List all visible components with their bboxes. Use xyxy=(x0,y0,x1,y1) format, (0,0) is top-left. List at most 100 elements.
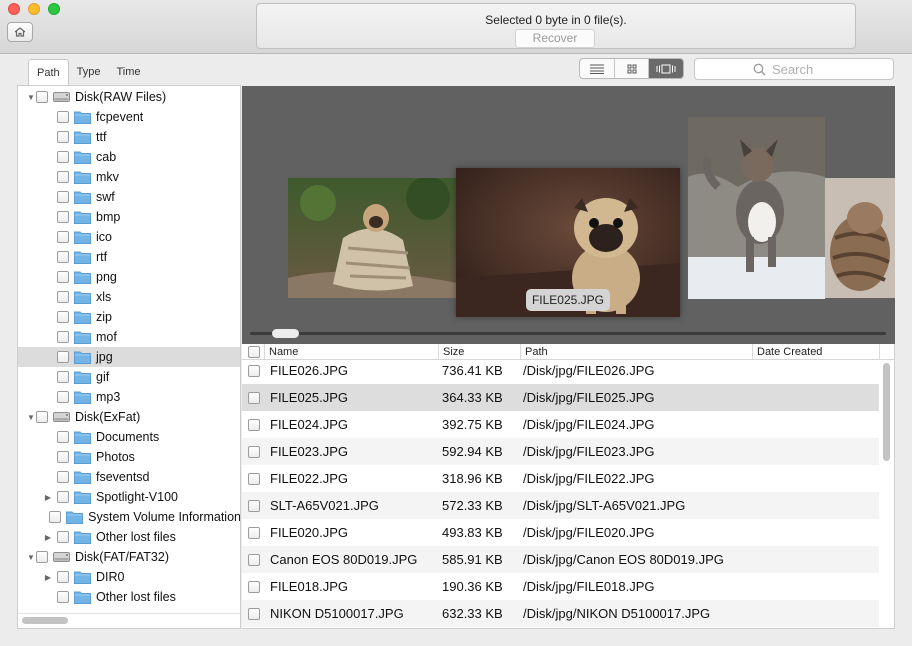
grid-view-button[interactable] xyxy=(615,59,650,78)
preview-scroll-thumb[interactable] xyxy=(272,329,299,338)
file-row-checkbox[interactable] xyxy=(248,581,260,593)
list-view-button[interactable] xyxy=(580,59,615,78)
disclosure-expanded-icon[interactable]: ▼ xyxy=(26,553,36,562)
tree-item-checkbox[interactable] xyxy=(57,231,69,243)
disclosure-expanded-icon[interactable]: ▼ xyxy=(26,93,36,102)
tree-folder-item[interactable]: Other lost files xyxy=(18,587,240,607)
tree-folder-item[interactable]: rtf xyxy=(18,247,240,267)
file-row[interactable]: FILE022.JPG 318.96 KB/Disk/jpg/FILE022.JP… xyxy=(242,465,879,492)
tree-folder-item[interactable]: fseventsd xyxy=(18,467,240,487)
file-row[interactable]: NIKON D5100017.JPG 632.33 KB/Disk/jpg/NIK… xyxy=(242,600,879,627)
tree-item-checkbox[interactable] xyxy=(57,191,69,203)
tree-folder-item[interactable]: ▶ Spotlight-V100 xyxy=(18,487,240,507)
tree-item-checkbox[interactable] xyxy=(57,131,69,143)
tree-folder-item[interactable]: cab xyxy=(18,147,240,167)
tree-folder-item[interactable]: mp3 xyxy=(18,387,240,407)
tree-folder-item[interactable]: gif xyxy=(18,367,240,387)
tree-folder-item[interactable]: bmp xyxy=(18,207,240,227)
file-row-checkbox[interactable] xyxy=(248,608,260,620)
file-row-checkbox[interactable] xyxy=(248,527,260,539)
tree-folder-item[interactable]: png xyxy=(18,267,240,287)
tree-disk-item[interactable]: ▼ Disk(ExFat) xyxy=(18,407,240,427)
tree-item-checkbox[interactable] xyxy=(57,571,69,583)
tree-item-checkbox[interactable] xyxy=(57,591,69,603)
recover-button[interactable]: Recover xyxy=(515,29,595,48)
tree-folder-item[interactable]: mkv xyxy=(18,167,240,187)
tree-horizontal-scrollbar[interactable] xyxy=(22,617,68,624)
disclosure-collapsed-icon[interactable]: ▶ xyxy=(43,533,53,542)
tree-item-checkbox[interactable] xyxy=(57,151,69,163)
tab-time[interactable]: Time xyxy=(109,59,149,85)
folder-tree[interactable]: ▼ Disk(RAW Files) fcpevent ttf cab mkv swf bmp i… xyxy=(17,85,241,629)
tree-item-checkbox[interactable] xyxy=(36,551,48,563)
tree-folder-item[interactable]: ttf xyxy=(18,127,240,147)
tree-item-checkbox[interactable] xyxy=(57,351,69,363)
minimize-window-button[interactable] xyxy=(28,3,40,15)
disclosure-collapsed-icon[interactable]: ▶ xyxy=(43,493,53,502)
file-row-checkbox[interactable] xyxy=(248,365,260,377)
tree-folder-item[interactable]: ▶ DIR0 xyxy=(18,567,240,587)
disclosure-expanded-icon[interactable]: ▼ xyxy=(26,413,36,422)
tree-folder-item[interactable]: ico xyxy=(18,227,240,247)
tree-disk-item[interactable]: ▼ Disk(RAW Files) xyxy=(18,87,240,107)
tree-item-checkbox[interactable] xyxy=(49,511,62,523)
file-row-checkbox[interactable] xyxy=(248,419,260,431)
file-row-checkbox[interactable] xyxy=(248,473,260,485)
tree-folder-item[interactable]: swf xyxy=(18,187,240,207)
file-row[interactable]: FILE023.JPG 592.94 KB/Disk/jpg/FILE023.JP… xyxy=(242,438,879,465)
file-row[interactable]: Canon EOS 80D019.JPG 585.91 KB/Disk/jpg/C… xyxy=(242,546,879,573)
tree-folder-item[interactable]: fcpevent xyxy=(18,107,240,127)
preview-thumbnail-pug-blanket[interactable] xyxy=(288,178,458,298)
file-row[interactable]: FILE024.JPG 392.75 KB/Disk/jpg/FILE024.JP… xyxy=(242,411,879,438)
preview-thumbnail-cat[interactable] xyxy=(825,178,895,298)
tree-item-checkbox[interactable] xyxy=(57,311,69,323)
file-row[interactable]: FILE026.JPG 736.41 KB/Disk/jpg/FILE026.JP… xyxy=(242,357,879,384)
preview-thumbnail-dog-snow[interactable] xyxy=(688,117,825,299)
tree-folder-item[interactable]: zip xyxy=(18,307,240,327)
preview-scroll-track[interactable] xyxy=(250,332,886,335)
tree-item-checkbox[interactable] xyxy=(57,331,69,343)
file-row[interactable]: FILE025.JPG 364.33 KB/Disk/jpg/FILE025.JP… xyxy=(242,384,879,411)
tree-folder-item[interactable]: Documents xyxy=(18,427,240,447)
tree-item-checkbox[interactable] xyxy=(57,371,69,383)
tree-item-checkbox[interactable] xyxy=(57,471,69,483)
tree-item-checkbox[interactable] xyxy=(57,271,69,283)
zoom-window-button[interactable] xyxy=(48,3,60,15)
coverflow-view-button[interactable] xyxy=(649,59,683,78)
tree-item-checkbox[interactable] xyxy=(57,531,69,543)
tree-folder-item[interactable]: jpg xyxy=(18,347,240,367)
tree-item-checkbox[interactable] xyxy=(36,411,48,423)
tree-folder-item[interactable]: mof xyxy=(18,327,240,347)
tree-item-checkbox[interactable] xyxy=(57,211,69,223)
file-row-checkbox[interactable] xyxy=(248,554,260,566)
tree-item-checkbox[interactable] xyxy=(57,171,69,183)
tree-item-checkbox[interactable] xyxy=(57,111,69,123)
file-row[interactable]: SLT-A65V021.JPG 572.33 KB/Disk/jpg/SLT-A6… xyxy=(242,492,879,519)
tree-item-checkbox[interactable] xyxy=(36,91,48,103)
file-row[interactable]: FILE020.JPG 493.83 KB/Disk/jpg/FILE020.JP… xyxy=(242,519,879,546)
search-box[interactable] xyxy=(694,58,894,80)
tree-item-checkbox[interactable] xyxy=(57,431,69,443)
search-input[interactable] xyxy=(772,62,892,77)
file-row-checkbox[interactable] xyxy=(248,500,260,512)
file-row[interactable]: FILE018.JPG 190.36 KB/Disk/jpg/FILE018.JP… xyxy=(242,573,879,600)
tree-item-checkbox[interactable] xyxy=(57,391,69,403)
file-row-checkbox[interactable] xyxy=(248,446,260,458)
home-button[interactable] xyxy=(7,22,33,42)
file-row-checkbox[interactable] xyxy=(248,392,260,404)
tree-disk-item[interactable]: ▼ Disk(FAT/FAT32) xyxy=(18,547,240,567)
tree-item-checkbox[interactable] xyxy=(57,291,69,303)
tree-item-checkbox[interactable] xyxy=(57,251,69,263)
tree-item-checkbox[interactable] xyxy=(57,491,69,503)
tree-folder-item[interactable]: System Volume Information xyxy=(18,507,240,527)
tab-type[interactable]: Type xyxy=(69,59,109,85)
file-list-vertical-scrollbar[interactable] xyxy=(883,363,890,461)
tree-item-label: DIR0 xyxy=(96,570,125,584)
tree-folder-item[interactable]: xls xyxy=(18,287,240,307)
close-window-button[interactable] xyxy=(8,3,20,15)
tree-folder-item[interactable]: ▶ Other lost files xyxy=(18,527,240,547)
disclosure-collapsed-icon[interactable]: ▶ xyxy=(43,573,53,582)
tree-item-checkbox[interactable] xyxy=(57,451,69,463)
tab-path[interactable]: Path xyxy=(28,59,69,85)
tree-folder-item[interactable]: Photos xyxy=(18,447,240,467)
